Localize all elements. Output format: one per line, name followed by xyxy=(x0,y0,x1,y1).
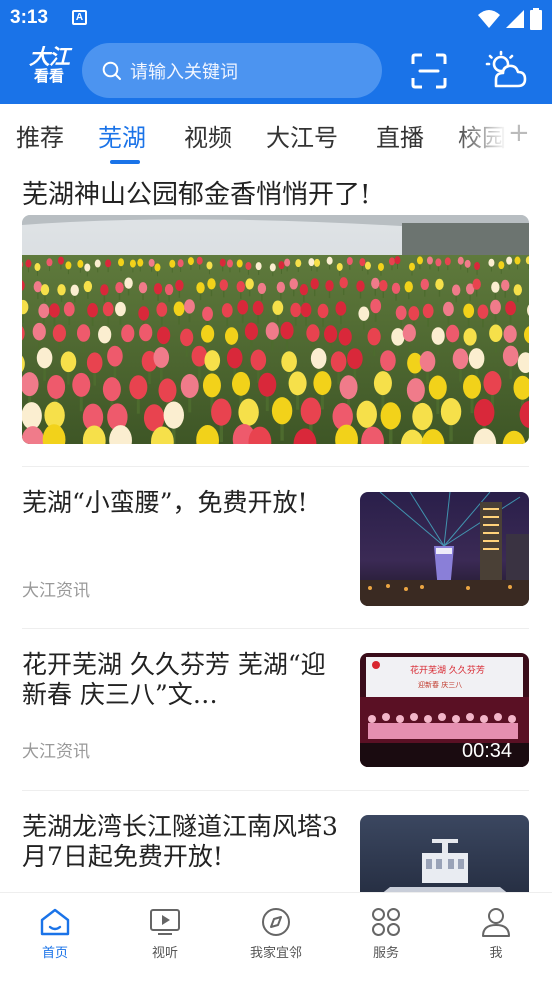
app-header: 大江 看看 请输入关键词 xyxy=(0,38,552,104)
tab-video[interactable]: 视频 xyxy=(184,118,232,153)
feature-headline[interactable]: 芜湖神山公园郁金香悄悄开了! xyxy=(22,174,370,211)
banner-text: 花开芜湖 久久芬芳 xyxy=(410,664,485,676)
category-tabs: 推荐 芜湖 视频 大江号 直播 校园 + xyxy=(0,104,552,166)
nav-label: 我家宜邻 xyxy=(249,946,302,961)
battery-icon xyxy=(530,8,542,30)
search-input[interactable]: 请输入关键词 xyxy=(82,43,382,98)
tab-live[interactable]: 直播 xyxy=(376,118,424,153)
logo-line1: 大江 xyxy=(29,44,70,69)
news-item-title[interactable]: 芜湖龙湾长江隧道江南风塔3月7日起免费开放! xyxy=(22,812,347,872)
add-tab-button[interactable]: + xyxy=(508,118,530,148)
nav-media[interactable]: 视听 xyxy=(125,907,205,961)
nav-me[interactable]: 我 xyxy=(456,907,536,961)
weather-icon[interactable] xyxy=(484,50,528,90)
video-icon xyxy=(150,909,180,935)
tab-wuhu[interactable]: 芜湖 xyxy=(98,118,146,153)
news-item-title[interactable]: 芜湖“小蛮腰”，免费开放! xyxy=(22,488,347,518)
feature-image[interactable] xyxy=(22,215,529,444)
divider xyxy=(22,790,529,791)
nav-home[interactable]: 首页 xyxy=(15,907,95,961)
scan-icon[interactable] xyxy=(410,52,448,90)
news-item-source: 大江资讯 xyxy=(22,581,90,601)
divider xyxy=(22,466,529,467)
nav-services[interactable]: 服务 xyxy=(346,907,426,961)
active-tab-indicator xyxy=(110,160,140,164)
tab-dajianghao[interactable]: 大江号 xyxy=(266,118,338,153)
compass-icon xyxy=(262,908,290,936)
home-icon xyxy=(40,908,70,936)
news-item-thumbnail[interactable] xyxy=(360,815,529,892)
nav-label: 视听 xyxy=(151,946,178,961)
wifi-icon xyxy=(478,10,500,28)
app-logo[interactable]: 大江 看看 xyxy=(24,46,74,96)
nav-neighbors[interactable]: 我家宜邻 xyxy=(236,907,316,961)
nav-label: 服务 xyxy=(372,946,399,961)
divider xyxy=(22,628,529,629)
tab-recommend[interactable]: 推荐 xyxy=(16,118,64,153)
news-feed[interactable]: 芜湖神山公园郁金香悄悄开了! 芜湖“小蛮腰”，免费开放! 大江资讯 花开芜湖 久… xyxy=(0,166,552,892)
video-duration: 00:34 xyxy=(462,740,512,762)
system-icons xyxy=(478,8,542,30)
search-icon xyxy=(102,61,121,80)
bottom-navigation: 首页 视听 我家宜邻 服务 我 xyxy=(0,892,552,985)
tab-fade xyxy=(452,104,552,166)
search-placeholder: 请输入关键词 xyxy=(130,61,238,83)
news-item-thumbnail[interactable] xyxy=(360,492,529,606)
notification-icon: A xyxy=(72,10,87,25)
person-icon xyxy=(482,908,510,937)
video-thumbnail[interactable]: 花开芜湖 久久芬芳 迎新春 庆三八 00:34 xyxy=(360,653,529,767)
banner-subtext: 迎新春 庆三八 xyxy=(418,680,462,689)
status-bar: 3:13 A xyxy=(0,0,552,38)
logo-line2: 看看 xyxy=(33,67,64,85)
grid-icon xyxy=(372,908,400,936)
nav-label: 首页 xyxy=(41,946,68,961)
status-time: 3:13 xyxy=(10,7,49,28)
nav-label: 我 xyxy=(489,946,503,961)
news-item-title[interactable]: 花开芜湖 久久芬芳 芜湖“迎新春 庆三八”文… xyxy=(22,650,347,710)
news-item-source: 大江资讯 xyxy=(22,742,90,762)
signal-icon xyxy=(506,10,524,28)
